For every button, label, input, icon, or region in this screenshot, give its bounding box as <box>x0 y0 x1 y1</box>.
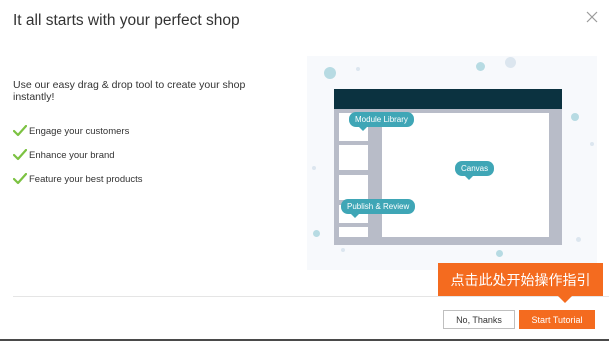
decor-dot <box>476 62 485 71</box>
feature-label: Enhance your brand <box>29 149 115 161</box>
dialog-title: It all starts with your perfect shop <box>13 12 240 29</box>
decor-dot <box>341 248 345 252</box>
footer-divider <box>13 296 609 297</box>
decor-dot <box>505 57 516 68</box>
feature-item: Feature your best products <box>13 173 143 185</box>
decor-dot <box>356 67 360 71</box>
checkmark-icon <box>13 125 27 137</box>
feature-item: Engage your customers <box>13 125 129 137</box>
close-icon[interactable] <box>584 9 600 25</box>
decor-dot <box>496 250 503 257</box>
canvas-tag: Canvas <box>455 161 495 180</box>
no-thanks-button[interactable]: No, Thanks <box>443 310 515 329</box>
intro-text: Use our easy drag & drop tool to create … <box>13 79 246 103</box>
feature-label: Feature your best products <box>29 173 143 185</box>
mock-module <box>339 175 368 200</box>
decor-dot <box>576 237 581 242</box>
tutorial-callout: 点击此处开始操作指引 <box>438 263 603 303</box>
start-tutorial-button[interactable]: Start Tutorial <box>519 310 595 329</box>
checkmark-icon <box>13 173 27 185</box>
module-library-tag: Module Library <box>349 112 414 131</box>
decor-dot <box>324 67 336 79</box>
mock-header <box>334 89 562 109</box>
feature-item: Enhance your brand <box>13 149 115 161</box>
decor-dot <box>590 142 594 146</box>
mock-module <box>339 145 368 170</box>
decor-dot <box>571 113 579 121</box>
decor-dot <box>313 230 320 237</box>
feature-label: Engage your customers <box>29 125 130 137</box>
tutorial-dialog: It all starts with your perfect shop Use… <box>0 0 609 341</box>
mock-module <box>339 227 368 237</box>
decor-dot <box>312 166 316 170</box>
checkmark-icon <box>13 149 27 161</box>
publish-review-tag: Publish & Review <box>341 199 416 218</box>
